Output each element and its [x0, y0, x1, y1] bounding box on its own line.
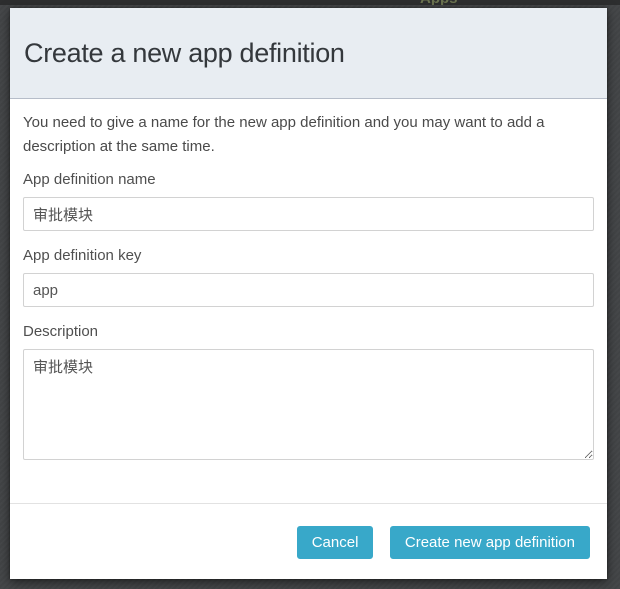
app-key-field-group: App definition key: [23, 247, 594, 307]
background-navbar: Apps: [0, 0, 620, 5]
app-name-label: App definition name: [23, 171, 594, 189]
description-textarea[interactable]: 审批模块: [23, 349, 594, 460]
app-name-input[interactable]: [23, 197, 594, 231]
app-key-input[interactable]: [23, 273, 594, 307]
description-field-group: Description 审批模块: [23, 323, 594, 460]
modal-body: You need to give a name for the new app …: [10, 99, 607, 460]
modal-header: Create a new app definition: [10, 8, 607, 99]
modal-footer: Cancel Create new app definition: [10, 503, 607, 579]
create-app-definition-modal: Create a new app definition You need to …: [10, 8, 607, 579]
app-name-field-group: App definition name: [23, 171, 594, 231]
navbar-item-apps: Apps: [420, 0, 458, 5]
app-key-label: App definition key: [23, 247, 594, 265]
description-label: Description: [23, 323, 594, 341]
cancel-button[interactable]: Cancel: [297, 526, 374, 559]
create-app-definition-button[interactable]: Create new app definition: [390, 526, 590, 559]
intro-text: You need to give a name for the new app …: [23, 111, 575, 159]
modal-title: Create a new app definition: [24, 38, 345, 69]
